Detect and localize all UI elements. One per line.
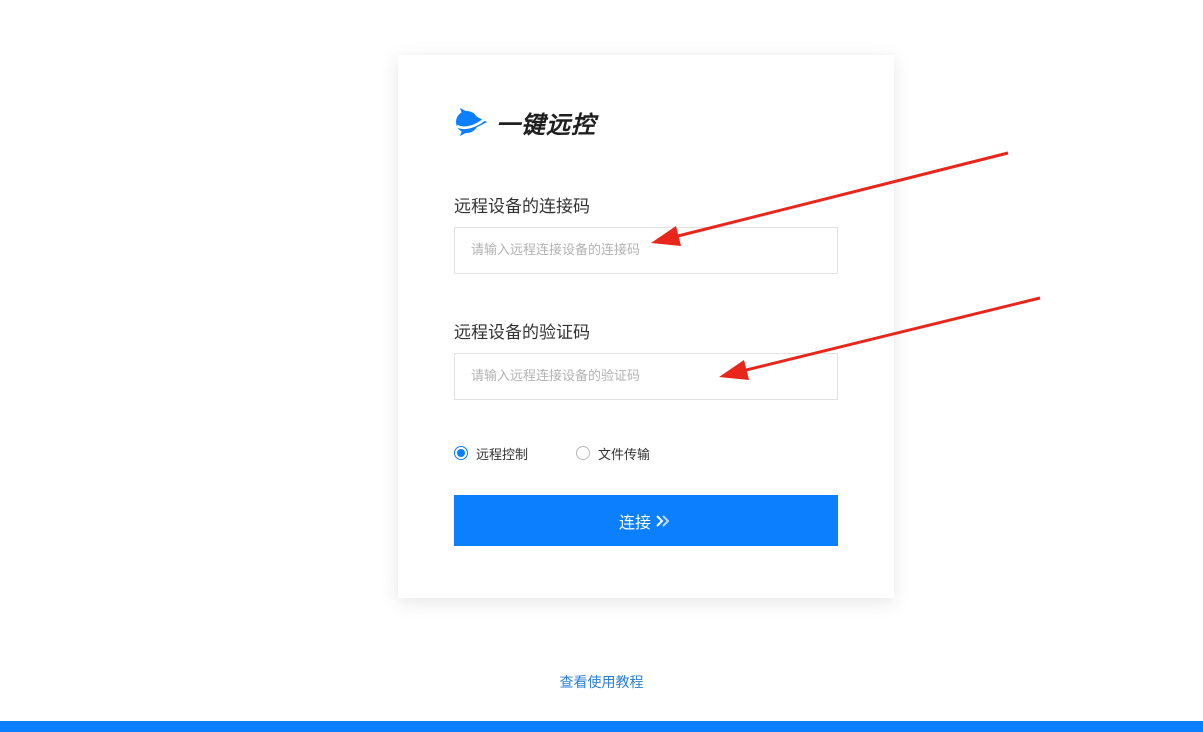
radio-checked-icon[interactable] bbox=[454, 446, 468, 460]
mode-radio-group: 远程控制 文件传输 bbox=[454, 443, 650, 463]
connect-button[interactable]: 连接 bbox=[454, 495, 838, 546]
connect-card: 一键远控 远程设备的连接码 远程设备的验证码 远程控制 文件传输 连接 bbox=[398, 55, 894, 598]
radio-unchecked-icon[interactable] bbox=[576, 446, 591, 460]
radio-remote-control[interactable]: 远程控制 bbox=[454, 444, 528, 463]
double-chevron-right-icon bbox=[656, 514, 670, 527]
brand-logo: 一键远控 bbox=[454, 105, 596, 139]
bottom-bar bbox=[0, 721, 1203, 732]
tutorial-link[interactable]: 查看使用教程 bbox=[0, 672, 1203, 692]
radio-file-transfer-label: 文件传输 bbox=[598, 447, 651, 463]
connect-button-label: 连接 bbox=[618, 512, 651, 532]
verification-code-label: 远程设备的验证码 bbox=[454, 323, 590, 343]
play-star-logo-icon bbox=[456, 108, 487, 136]
brand-name: 一键远控 bbox=[496, 110, 596, 139]
page: 一键远控 远程设备的连接码 远程设备的验证码 远程控制 文件传输 连接 查看使用… bbox=[0, 0, 1203, 732]
connection-code-label: 远程设备的连接码 bbox=[454, 197, 590, 217]
connection-code-input[interactable] bbox=[454, 227, 838, 274]
radio-remote-control-label: 远程控制 bbox=[476, 447, 529, 463]
verification-code-input[interactable] bbox=[454, 353, 838, 400]
radio-file-transfer[interactable]: 文件传输 bbox=[576, 444, 650, 463]
